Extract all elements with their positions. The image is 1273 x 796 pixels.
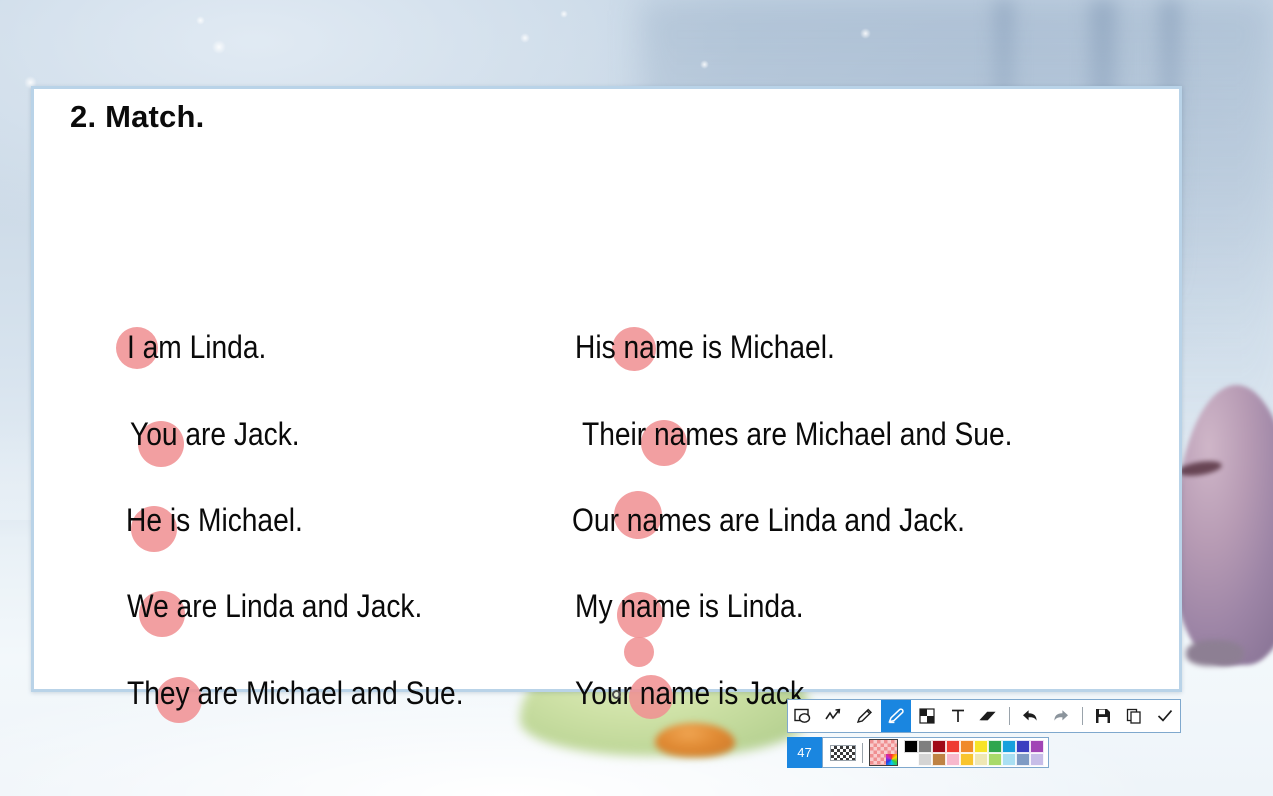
color-swatch[interactable] (974, 752, 988, 766)
color-swatch[interactable] (1030, 752, 1044, 766)
toolbar-separator (1081, 707, 1083, 725)
redo-button[interactable] (1046, 700, 1077, 732)
highlighter-tool[interactable] (880, 700, 912, 732)
sentence-left-4[interactable]: We are Linda and Jack. (127, 588, 422, 625)
color-swatch[interactable] (1016, 752, 1030, 766)
pen-cursor-icon (612, 690, 621, 699)
current-color-swatch[interactable] (869, 739, 898, 766)
sentence-left-5[interactable]: They are Michael and Sue. (127, 675, 464, 712)
page-title: 2. Match. (70, 99, 205, 134)
sentence-right-3[interactable]: Our names are Linda and Jack. (572, 502, 965, 539)
color-palette-panel[interactable] (822, 737, 1049, 768)
confirm-button[interactable] (1149, 700, 1180, 732)
color-swatch[interactable] (932, 739, 946, 753)
color-swatch[interactable] (1016, 739, 1030, 753)
pencil-tool[interactable] (850, 700, 881, 732)
line-tool[interactable] (819, 700, 850, 732)
character-foot-icon (1186, 640, 1244, 666)
duplicate-button[interactable] (1118, 700, 1149, 732)
color-swatch[interactable] (946, 739, 960, 753)
sentence-left-1[interactable]: I am Linda. (127, 329, 266, 366)
annotation-toolbar[interactable] (787, 699, 1181, 733)
worksheet-panel[interactable]: 2. Match. I am Linda. You are Jack. He i… (31, 86, 1182, 723)
color-swatch[interactable] (1030, 739, 1044, 753)
color-swatch[interactable] (918, 752, 932, 766)
sentence-right-2[interactable]: Their names are Michael and Sue. (582, 416, 1012, 453)
sentence-right-4[interactable]: My name is Linda. (575, 588, 804, 625)
highlighter-dot (624, 637, 654, 667)
sentence-right-1[interactable]: His name is Michael. (575, 329, 835, 366)
presentation-screen: 2. Match. I am Linda. You are Jack. He i… (0, 0, 1273, 796)
sentence-left-3[interactable]: He is Michael. (126, 502, 303, 539)
carrot-icon (655, 723, 735, 757)
color-swatch[interactable] (974, 739, 988, 753)
transparency-swatch[interactable] (830, 744, 856, 761)
palette-bar[interactable]: 47 (787, 737, 1049, 768)
toolbar-separator (1008, 707, 1010, 725)
color-swatch[interactable] (932, 752, 946, 766)
color-swatch[interactable] (904, 739, 918, 753)
color-swatch[interactable] (988, 739, 1002, 753)
page-number-badge[interactable]: 47 (787, 737, 822, 768)
fill-pattern-tool[interactable] (911, 700, 942, 732)
shape-select-tool[interactable] (788, 700, 819, 732)
sentence-left-2[interactable]: You are Jack. (130, 416, 300, 453)
color-swatch[interactable] (1002, 752, 1016, 766)
color-swatch[interactable] (960, 739, 974, 753)
color-swatch[interactable] (1002, 739, 1016, 753)
palette-separator (862, 742, 863, 763)
save-button[interactable] (1087, 700, 1118, 732)
color-swatch[interactable] (946, 752, 960, 766)
text-tool[interactable] (942, 700, 973, 732)
eraser-tool[interactable] (973, 700, 1004, 732)
color-swatch[interactable] (918, 739, 932, 753)
sentence-right-5[interactable]: Your name is Jack. (575, 675, 812, 712)
color-swatch[interactable] (960, 752, 974, 766)
color-swatch[interactable] (988, 752, 1002, 766)
undo-button[interactable] (1015, 700, 1046, 732)
color-swatch-grid[interactable] (904, 739, 1044, 766)
color-swatch[interactable] (904, 752, 918, 766)
